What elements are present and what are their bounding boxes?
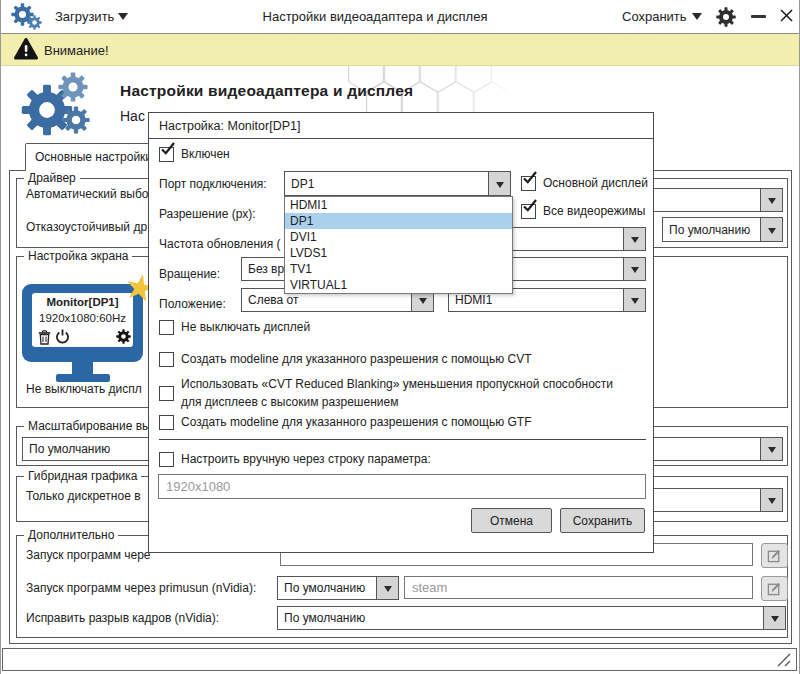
header-logo-gear-bottom-icon [62, 106, 90, 134]
dropdown-arrow-icon[interactable] [760, 438, 782, 460]
dropdown-item[interactable]: DVI1 [285, 229, 512, 245]
monitor-screen: Monitor[DP1] 1920x1080:60Hz [32, 293, 133, 347]
warning-banner: Внимание! [0, 34, 800, 66]
load-chevron-down-icon[interactable] [118, 13, 128, 25]
dialog-title: Настройка: Monitor[DP1] [159, 119, 300, 133]
monitor-settings-dialog: Настройка: Monitor[DP1] Включен Порт под… [148, 112, 654, 553]
monitor-name: Monitor[DP1] [32, 296, 133, 308]
hybrid-label: Только дискретное в [26, 489, 141, 503]
group-screen-legend: Настройка экрана [24, 249, 132, 263]
edit-pencil-icon [767, 581, 782, 596]
save-chevron-down-icon[interactable] [692, 13, 702, 25]
resize-grip-icon[interactable] [775, 652, 793, 668]
no-off-checkbox[interactable]: Не выключать дисплей [159, 320, 310, 335]
dropdown-arrow-icon[interactable] [623, 228, 645, 250]
status-bar [2, 648, 797, 671]
dropdown-arrow-icon[interactable] [623, 258, 645, 280]
advanced-run-label: Запуск программ чере [26, 548, 151, 562]
dropdown-arrow-icon[interactable] [760, 489, 782, 511]
manual-input[interactable] [158, 474, 646, 499]
settings-gear-icon[interactable] [716, 7, 736, 27]
dropdown-arrow-icon[interactable] [623, 289, 645, 311]
manual-checkbox[interactable]: Настроить вручную через строку параметра… [159, 452, 431, 467]
minimize-button[interactable] [751, 15, 766, 18]
rotation-label: Вращение: [159, 267, 220, 281]
dropdown-arrow-icon[interactable] [488, 172, 510, 195]
enabled-checkbox[interactable]: Включен [159, 147, 230, 162]
dropdown-arrow-icon[interactable] [763, 607, 785, 629]
group-driver-legend: Драйвер [24, 171, 80, 185]
dropdown-item[interactable]: VIRTUAL1 [285, 277, 512, 293]
driver-failsafe-combobox[interactable]: По умолчанию [662, 217, 783, 242]
cvt-checkbox[interactable]: Создать modeline для указанного разрешен… [159, 352, 532, 367]
dropdown-item[interactable]: LVDS1 [285, 245, 512, 261]
cancel-button[interactable]: Отмена [471, 508, 552, 533]
dropdown-item[interactable]: HDMI1 [285, 197, 512, 213]
load-button[interactable]: Загрузить [55, 9, 114, 24]
position-label: Положение: [159, 297, 226, 311]
edit-pencil-icon [767, 548, 782, 563]
title-bar: Загрузить Настройки видеоадаптера и дисп… [0, 0, 800, 34]
driver-auto-label: Автоматический выбо [26, 187, 148, 201]
power-icon[interactable] [55, 329, 70, 344]
window-border-left [0, 0, 1, 674]
header-logo-gear-top-icon [58, 72, 88, 102]
advanced-primus-input[interactable] [404, 576, 753, 599]
dropdown-arrow-icon[interactable] [760, 218, 782, 241]
monitor-stand [72, 362, 93, 374]
header-title: Настройки видеоадаптера и дисплея [120, 82, 413, 100]
port-combobox[interactable]: DP1 [284, 171, 511, 196]
advanced-run-edit-button[interactable] [761, 543, 788, 568]
advanced-tear-label: Исправить разрыв кадров (nVidia): [26, 611, 219, 625]
application-window: Загрузить Настройки видеоадаптера и дисп… [0, 0, 800, 674]
warning-icon [14, 38, 38, 60]
advanced-tear-combobox[interactable]: По умолчанию [277, 606, 786, 630]
cvt-rb-checkbox[interactable]: Использовать «CVT Reduced Blanking» умен… [159, 375, 636, 411]
monitor-stand-base [56, 374, 110, 382]
dropdown-item[interactable]: TV1 [285, 261, 512, 277]
dropdown-item-selected[interactable]: DP1 [285, 213, 512, 229]
gtf-checkbox[interactable]: Создать modeline для указанного разрешен… [159, 415, 532, 430]
monitor-gear-icon[interactable] [116, 329, 131, 344]
window-title: Настройки видеоадаптера и дисплея [180, 9, 570, 24]
group-advanced-legend: Дополнительно [24, 528, 118, 542]
app-logo-gear-small-icon [27, 15, 42, 30]
save-button[interactable]: Сохранить [622, 9, 687, 24]
driver-failsafe-label: Отказоустойчивый др [26, 220, 147, 234]
primary-display-checkbox[interactable]: Основной дисплей [521, 176, 648, 191]
dialog-save-button[interactable]: Сохранить [560, 508, 645, 533]
group-hybrid-legend: Гибридная графика [24, 469, 141, 483]
all-modes-checkbox[interactable]: Все видеорежимы [521, 204, 645, 219]
port-dropdown-list: HDMI1 DP1 DVI1 LVDS1 TV1 VIRTUAL1 [284, 196, 513, 294]
advanced-primus-combobox[interactable]: По умолчанию [277, 576, 399, 600]
trash-icon[interactable] [38, 330, 51, 345]
warning-text: Внимание! [44, 43, 109, 58]
dropdown-arrow-icon[interactable] [760, 189, 782, 211]
group-scaling-legend: Масштабирование вы [24, 419, 155, 433]
advanced-primus-edit-button[interactable] [761, 576, 788, 601]
monitor-mode: 1920x1080:60Hz [32, 312, 133, 324]
dropdown-arrow-icon[interactable] [376, 577, 398, 599]
refresh-label: Частота обновления ( [159, 237, 281, 251]
resolution-label: Разрешение (px): [159, 207, 256, 221]
header-subtitle: Нас [120, 108, 145, 124]
port-label: Порт подключения: [159, 177, 267, 191]
screen-note: Не выключать диспл [26, 382, 142, 396]
advanced-primus-label: Запуск программ через primusun (nVidia): [26, 581, 256, 595]
close-button[interactable] [779, 8, 794, 23]
